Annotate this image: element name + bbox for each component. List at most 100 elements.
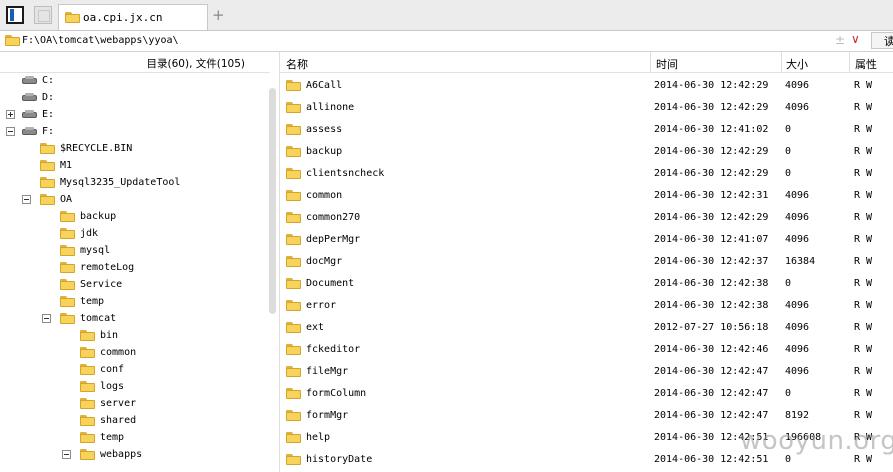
file-row[interactable]: fckeditor 2014-06-30 12:42:46 4096 R W [280, 338, 893, 360]
file-time: 2014-06-30 12:42:47 [654, 410, 769, 421]
file-row[interactable]: common270 2014-06-30 12:42:29 4096 R W [280, 206, 893, 228]
file-size: 0 [785, 124, 792, 135]
file-row[interactable]: assess 2014-06-30 12:41:02 0 R W [280, 118, 893, 140]
tree-item[interactable]: temp [0, 430, 264, 446]
tree-item[interactable]: C: [0, 73, 264, 89]
folder-icon [286, 212, 301, 223]
tree-item[interactable]: $RECYCLE.BIN [0, 141, 264, 157]
tree-item[interactable]: logs [0, 379, 264, 395]
expand-icon[interactable] [6, 110, 15, 119]
file-row[interactable]: backup 2014-06-30 12:42:29 0 R W [280, 140, 893, 162]
file-row[interactable]: depPerMgr 2014-06-30 12:41:07 4096 R W [280, 228, 893, 250]
file-time: 2014-06-30 12:42:29 [654, 102, 769, 113]
tab-bar: oa.cpi.jx.cn + [0, 0, 893, 31]
collapse-icon[interactable] [42, 314, 51, 323]
file-time: 2014-06-30 12:42:46 [654, 344, 769, 355]
tree-item-label: shared [100, 415, 137, 426]
file-row[interactable]: docMgr 2014-06-30 12:42:37 16384 R W [280, 250, 893, 272]
tree-item[interactable]: bin [0, 328, 264, 344]
file-row[interactable]: A6Call 2014-06-30 12:42:29 4096 R W [280, 74, 893, 96]
tree-item-label: jdk [80, 228, 99, 239]
folder-icon [40, 160, 55, 171]
tree-item-label: bin [100, 330, 119, 341]
tree-item-label: remoteLog [80, 262, 135, 273]
window-mode-button[interactable] [34, 6, 52, 24]
collapse-icon[interactable] [6, 127, 15, 136]
file-time: 2014-06-30 12:42:47 [654, 388, 769, 399]
tree-item[interactable]: common [0, 345, 264, 361]
file-row[interactable]: fileMgr 2014-06-30 12:42:47 4096 R W [280, 360, 893, 382]
file-row[interactable]: formMgr 2014-06-30 12:42:47 8192 R W [280, 404, 893, 426]
tree-item[interactable]: mysql [0, 243, 264, 259]
tree-item[interactable]: tomcat [0, 311, 264, 327]
tree-item[interactable]: server [0, 396, 264, 412]
column-attr[interactable]: 属性 [855, 56, 877, 72]
address-input[interactable]: F:\OA\tomcat\webapps\yyoa\ [22, 35, 179, 46]
column-divider[interactable] [650, 52, 651, 72]
read-button[interactable]: 读 [871, 32, 893, 49]
chevron-down-icon[interactable]: ∨ [851, 32, 860, 46]
tree-item-label: C: [42, 75, 55, 86]
tab-active[interactable]: oa.cpi.jx.cn [58, 4, 208, 30]
file-row[interactable]: allinone 2014-06-30 12:42:29 4096 R W [280, 96, 893, 118]
tree-item[interactable]: shared [0, 413, 264, 429]
file-time: 2014-06-30 12:42:37 [654, 256, 769, 267]
drive-icon [22, 110, 38, 119]
file-attributes: R W [854, 80, 873, 91]
column-name[interactable]: 名称 [286, 56, 308, 72]
scrollbar-thumb[interactable] [269, 88, 276, 314]
column-size[interactable]: 大小 [786, 56, 808, 72]
file-row[interactable]: common 2014-06-30 12:42:31 4096 R W [280, 184, 893, 206]
tree-item-label: logs [100, 381, 125, 392]
column-divider[interactable] [781, 52, 782, 72]
folder-icon [286, 146, 301, 157]
column-time[interactable]: 时间 [656, 56, 678, 72]
folder-icon [80, 432, 95, 443]
tree-item[interactable]: jdk [0, 226, 264, 242]
file-name: ext [306, 322, 325, 333]
file-time: 2014-06-30 12:42:29 [654, 80, 769, 91]
tree-item[interactable]: M1 [0, 158, 264, 174]
folder-icon [80, 449, 95, 460]
tab-title: oa.cpi.jx.cn [83, 11, 163, 24]
new-tab-button[interactable]: + [212, 6, 225, 24]
folder-icon [286, 80, 301, 91]
plus-minus-icon[interactable]: ± [835, 33, 845, 47]
folder-icon [286, 300, 301, 311]
tree-item[interactable]: F: [0, 124, 264, 140]
file-attributes: R W [854, 410, 873, 421]
file-name: formMgr [306, 410, 349, 421]
file-row[interactable]: Document 2014-06-30 12:42:38 0 R W [280, 272, 893, 294]
file-row[interactable]: ext 2012-07-27 10:56:18 4096 R W [280, 316, 893, 338]
file-size: 4096 [785, 322, 810, 333]
file-row[interactable]: clientsncheck 2014-06-30 12:42:29 0 R W [280, 162, 893, 184]
tree-item[interactable]: D: [0, 90, 264, 106]
tree-item[interactable]: webapps [0, 447, 264, 463]
watermark: wooyun.org [740, 426, 893, 456]
file-row[interactable]: formColumn 2014-06-30 12:42:47 0 R W [280, 382, 893, 404]
tree-item-label: temp [100, 432, 125, 443]
folder-icon [286, 322, 301, 333]
tree-item[interactable]: E: [0, 107, 264, 123]
tree-item[interactable]: remoteLog [0, 260, 264, 276]
address-bar: F:\OA\tomcat\webapps\yyoa\ ± ∨ 读 [0, 31, 893, 52]
file-time: 2014-06-30 12:42:29 [654, 212, 769, 223]
tree-item-label: OA [60, 194, 73, 205]
tree-scrollbar[interactable] [267, 74, 278, 472]
tree-item[interactable]: Service [0, 277, 264, 293]
tree-item[interactable]: conf [0, 362, 264, 378]
file-attributes: R W [854, 146, 873, 157]
tree-item[interactable]: Mysql3235_UpdateTool [0, 175, 264, 191]
folder-icon [80, 398, 95, 409]
collapse-icon[interactable] [22, 195, 31, 204]
column-divider[interactable] [849, 52, 850, 72]
folder-icon [286, 190, 301, 201]
file-row[interactable]: error 2014-06-30 12:42:38 4096 R W [280, 294, 893, 316]
file-name: backup [306, 146, 343, 157]
tree-item[interactable]: backup [0, 209, 264, 225]
file-time: 2014-06-30 12:41:02 [654, 124, 769, 135]
tree-item[interactable]: temp [0, 294, 264, 310]
sidebar-toggle-button[interactable] [6, 6, 24, 24]
tree-item[interactable]: OA [0, 192, 264, 208]
collapse-icon[interactable] [62, 450, 71, 459]
